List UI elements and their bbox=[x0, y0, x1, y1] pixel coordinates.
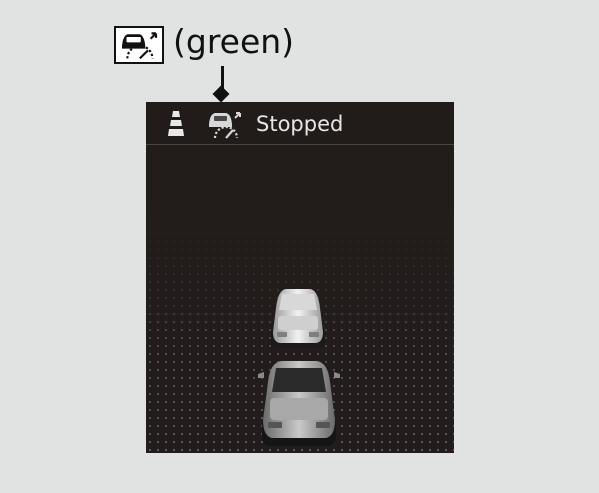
status-text: Stopped bbox=[256, 112, 344, 136]
lane-keeping-icon bbox=[168, 111, 184, 136]
driver-assist-display: Stopped bbox=[146, 102, 454, 453]
legend-label: (green) bbox=[173, 22, 295, 61]
vehicle-ahead bbox=[268, 286, 328, 350]
page: (green) Stopped bbox=[0, 0, 599, 493]
status-bar: Stopped bbox=[146, 102, 454, 145]
traffic-jam-assist-icon bbox=[209, 112, 241, 139]
car-icon bbox=[271, 289, 325, 348]
traffic-jam-assist-icon bbox=[114, 26, 164, 64]
own-vehicle bbox=[256, 358, 342, 450]
callout-pointer bbox=[212, 85, 230, 103]
car-icon bbox=[258, 361, 340, 446]
